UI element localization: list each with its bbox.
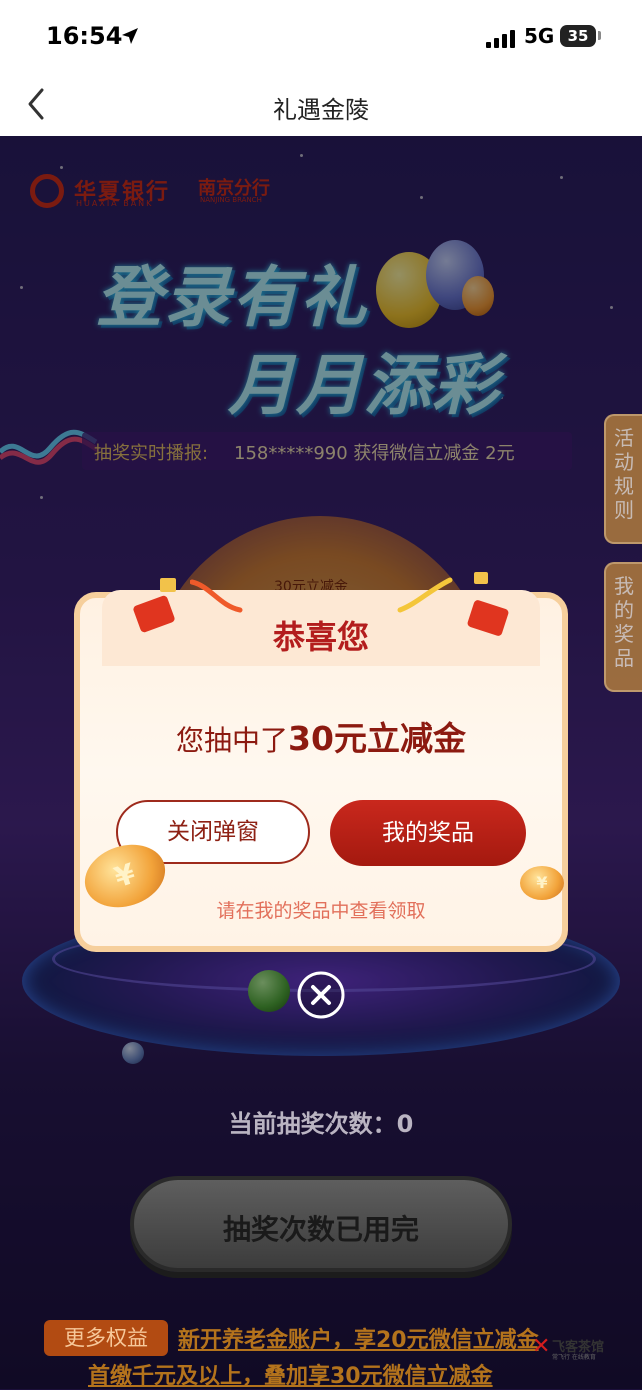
network-type: 5G — [524, 24, 555, 48]
draw-button-label: 抽奖次数已用完 — [222, 1213, 419, 1246]
battery-tip — [598, 31, 601, 40]
watermark: ✕ 飞客茶馆 常飞行 在线教育 — [532, 1334, 605, 1361]
page-title: 礼遇金陵 — [273, 96, 369, 124]
first-deposit-link[interactable]: 首缴千元及以上，叠加享30元微信立减金 — [88, 1358, 493, 1390]
modal-message: 您抽中了30元立减金 — [0, 712, 642, 760]
status-time: 16:54 — [46, 22, 123, 50]
coin-icon: ¥ — [520, 866, 564, 900]
status-bar: 16:54 5G 35 — [0, 0, 642, 74]
confetti-decoration — [190, 579, 243, 613]
close-circle-icon[interactable] — [296, 970, 346, 1020]
cellular-signal-icon — [486, 28, 516, 48]
watermark-x-icon: ✕ — [532, 1334, 551, 1359]
modal-message-prefix: 您抽中了 — [176, 724, 289, 757]
gift-box-icon — [160, 578, 176, 592]
prize-name: 30元立减金 — [288, 719, 466, 758]
gift-box-icon — [474, 572, 488, 584]
draw-button[interactable]: 抽奖次数已用完 — [130, 1176, 512, 1272]
navigation-bar: 礼遇金陵 — [0, 74, 642, 136]
location-arrow-icon — [122, 28, 138, 44]
battery-icon: 35 — [560, 25, 596, 47]
confetti-decoration — [397, 577, 453, 613]
remaining-draws: 当前抽奖次数：0 — [228, 1110, 414, 1138]
modal-title: 恭喜您 — [272, 618, 369, 656]
my-prizes-button[interactable]: 我的奖品 — [330, 800, 526, 866]
pension-account-link[interactable]: 新开养老金账户，享20元微信立减金 — [178, 1322, 539, 1354]
more-benefits-badge: 更多权益 — [44, 1320, 168, 1356]
activity-rules-tab[interactable]: 活 动 规 则 — [604, 414, 642, 544]
